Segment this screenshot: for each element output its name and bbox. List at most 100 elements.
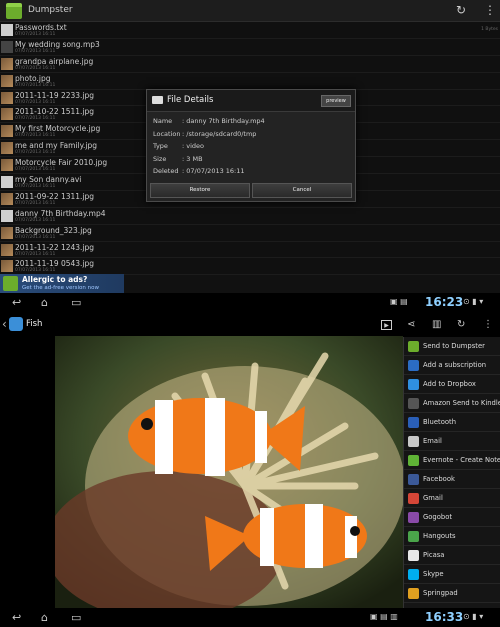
share-item-label: Gmail	[423, 494, 443, 502]
share-icon[interactable]: ⋖	[407, 319, 415, 330]
dumpster-icon[interactable]	[6, 3, 22, 19]
hangouts-icon	[408, 531, 419, 542]
share-item-label: Facebook	[423, 475, 455, 483]
file-date: 07/07/2013 16:11	[15, 217, 56, 223]
file-thumbnail	[1, 159, 13, 172]
springpad-icon	[408, 588, 419, 599]
file-date: 07/07/2013 16:11	[15, 234, 56, 240]
file-thumbnail	[1, 108, 13, 121]
status-icons[interactable]: ⊙ ▮ ▾	[463, 297, 483, 306]
overflow-menu-icon[interactable]: ⋮	[484, 3, 496, 17]
list-item[interactable]: photo.jpg 07/07/2013 16:11	[0, 72, 500, 90]
file-thumbnail	[1, 74, 13, 87]
file-date: 07/07/2013 16:11	[15, 65, 56, 71]
detail-value: : 07/07/2013 16:11	[182, 167, 245, 175]
folder-icon	[152, 96, 163, 104]
file-name: my Son danny.avi	[15, 175, 82, 185]
skype-icon	[408, 569, 419, 580]
share-item-springpad[interactable]: Springpad	[404, 584, 500, 603]
preview-button[interactable]: preview	[321, 95, 351, 107]
share-item-skype[interactable]: Skype	[404, 565, 500, 584]
recent-apps-icon[interactable]: ▭	[71, 296, 81, 309]
file-date: 07/07/2013 16:11	[15, 48, 56, 54]
share-item-hangouts[interactable]: Hangouts	[404, 527, 500, 546]
file-date: 07/07/2013 16:11	[15, 116, 56, 122]
bluetooth-icon	[408, 417, 419, 428]
home-icon[interactable]: ⌂	[41, 296, 48, 309]
file-thumbnail	[1, 40, 13, 53]
kindle-icon	[408, 398, 419, 409]
slideshow-icon[interactable]: ▶	[381, 320, 392, 330]
album-title: Fish	[26, 319, 43, 329]
share-item-label: Skype	[423, 570, 444, 578]
clownfish-image	[55, 336, 403, 608]
recent-apps-icon[interactable]: ▭	[71, 611, 81, 624]
system-nav-bar: ↩ ⌂ ▭ ▣ ▤ ▥ 16:33 ⊙ ▮ ▾	[0, 608, 500, 627]
gmail-icon	[408, 493, 419, 504]
file-name: danny 7th Birthday.mp4	[15, 208, 106, 218]
list-item[interactable]: danny 7th Birthday.mp4 07/07/2013 16:11	[0, 207, 500, 225]
detail-key: Name	[153, 117, 173, 125]
notification-icons[interactable]: ▣ ▤ ▥	[370, 612, 398, 621]
file-name: My wedding song.mp3	[15, 39, 100, 49]
refresh-icon[interactable]: ↻	[456, 3, 466, 17]
detail-key: Type	[153, 142, 168, 150]
email-icon	[408, 436, 419, 447]
share-item-label: Hangouts	[423, 532, 456, 540]
status-icons[interactable]: ⊙ ▮ ▾	[463, 612, 483, 621]
notification-icons[interactable]: ▣ ▤	[390, 297, 408, 306]
share-item-label: Springpad	[423, 589, 458, 597]
list-item[interactable]: My wedding song.mp3 07/07/2013 16:11	[0, 38, 500, 56]
home-icon[interactable]: ⌂	[41, 611, 48, 624]
overflow-menu-icon[interactable]: ⋮	[483, 319, 493, 330]
share-item-gogobot[interactable]: Gogobot	[404, 508, 500, 527]
file-name: grandpa airplane.jpg	[15, 56, 94, 66]
share-item-kindle[interactable]: Amazon Send to Kindle	[404, 394, 500, 413]
share-item-dropbox[interactable]: Add to Dropbox	[404, 375, 500, 394]
share-item-email[interactable]: Email	[404, 432, 500, 451]
list-item[interactable]: 2011-11-19 0543.jpg 07/07/2013 16:11	[0, 258, 500, 276]
share-item-picasa[interactable]: Picasa	[404, 546, 500, 565]
picasa-icon	[408, 550, 419, 561]
system-nav-bar: ↩ ⌂ ▭ ▣ ▤ 16:23 ⊙ ▮ ▾	[0, 293, 500, 312]
file-date: 07/07/2013 16:11	[15, 82, 56, 88]
share-item-label: Bluetooth	[423, 418, 456, 426]
list-item[interactable]: grandpa airplane.jpg 07/07/2013 16:11	[0, 55, 500, 73]
file-thumbnail	[1, 57, 13, 70]
clock[interactable]: 16:33	[425, 610, 463, 624]
file-thumbnail	[1, 176, 13, 189]
dropbox-icon	[408, 379, 419, 390]
share-item-evernote[interactable]: Evernote - Create Note	[404, 451, 500, 470]
chevron-left-icon[interactable]: ‹	[2, 317, 7, 331]
gallery-icon[interactable]	[9, 317, 23, 331]
list-item[interactable]: 2011-11-22 1243.jpg 07/07/2013 16:11	[0, 241, 500, 259]
rotate-icon[interactable]: ↻	[457, 319, 465, 330]
fish-photo[interactable]	[55, 336, 403, 608]
delete-icon[interactable]: ▥	[432, 319, 441, 330]
share-item-send-to-dumpster[interactable]: Send to Dumpster	[404, 337, 500, 356]
list-item[interactable]: Background_323.jpg 07/07/2013 16:11	[0, 224, 500, 242]
share-item-label: Send to Dumpster	[423, 342, 485, 350]
cancel-button[interactable]: Cancel	[252, 183, 352, 198]
share-item-bluetooth[interactable]: Bluetooth	[404, 413, 500, 432]
file-date: 07/07/2013 16:11	[15, 200, 56, 206]
share-item-add-subscription[interactable]: Add a subscription	[404, 356, 500, 375]
detail-value: : danny 7th Birthday.mp4	[182, 117, 265, 125]
share-item-facebook[interactable]: Facebook	[404, 470, 500, 489]
file-thumbnail	[1, 209, 13, 222]
file-name: Motorcycle Fair 2010.jpg	[15, 158, 108, 168]
back-icon[interactable]: ↩	[12, 611, 21, 624]
share-menu: Send to Dumpster Add a subscription Add …	[403, 337, 500, 608]
ad-banner[interactable]: Allergic to ads? Get the ad-free version…	[0, 274, 124, 293]
clock[interactable]: 16:23	[425, 295, 463, 309]
file-name: My first Motorcycle.jpg	[15, 124, 101, 134]
action-bar: Dumpster ↻ ⋮	[0, 0, 500, 22]
share-item-label: Amazon Send to Kindle	[423, 399, 500, 407]
share-item-label: Evernote - Create Note	[423, 456, 500, 464]
restore-button[interactable]: Restore	[150, 183, 250, 198]
share-item-gmail[interactable]: Gmail	[404, 489, 500, 508]
list-item[interactable]: Passwords.txt 07/07/2013 16:11 1 Bytes	[0, 22, 500, 39]
file-name: me and my Family.jpg	[15, 141, 97, 151]
file-name: 2011-09-22 1311.jpg	[15, 191, 95, 201]
back-icon[interactable]: ↩	[12, 296, 21, 309]
